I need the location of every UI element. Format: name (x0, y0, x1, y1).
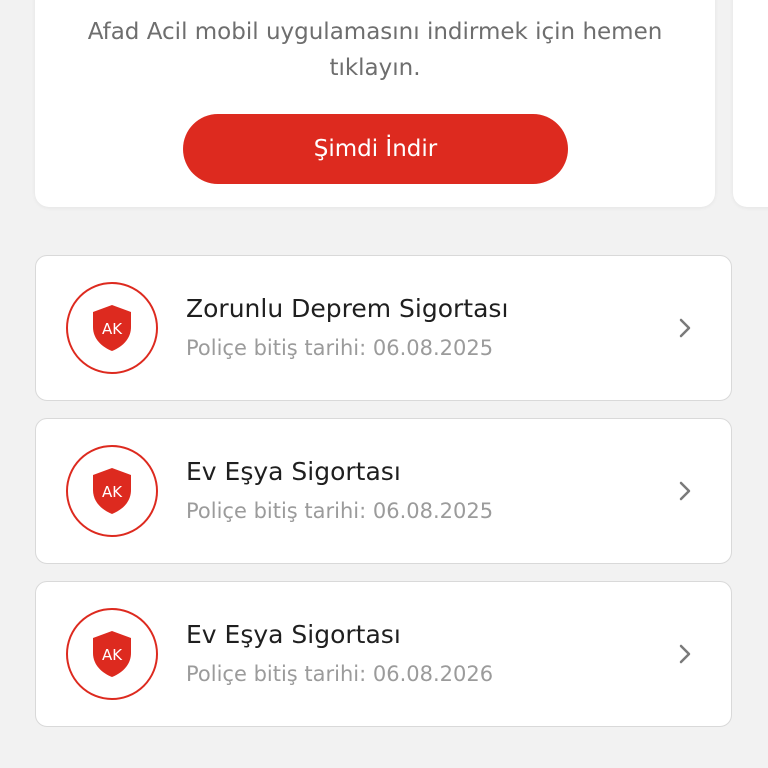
chevron-right-icon[interactable] (673, 316, 697, 340)
ak-logo-text: AK (102, 483, 123, 501)
ak-shield-icon: AK (93, 631, 131, 677)
download-now-button[interactable]: Şimdi İndir (183, 114, 568, 184)
policy-title: Ev Eşya Sigortası (186, 620, 401, 649)
ak-logo: AK (66, 282, 158, 374)
ak-logo-text: AK (102, 320, 123, 338)
afad-promo-card: Afad Acil mobil uygulamasını indirmek iç… (35, 0, 715, 207)
chevron-right-icon[interactable] (673, 479, 697, 503)
policy-expiry-date: Poliçe bitiş tarihi: 06.08.2026 (186, 662, 494, 686)
chevron-right-icon[interactable] (673, 642, 697, 666)
policy-expiry-date: Poliçe bitiş tarihi: 06.08.2025 (186, 499, 494, 523)
policy-item[interactable]: AK Ev Eşya Sigortası Poliçe bitiş tarihi… (35, 418, 732, 564)
policy-expiry-date: Poliçe bitiş tarihi: 06.08.2025 (186, 336, 494, 360)
policy-title: Zorunlu Deprem Sigortası (186, 294, 509, 323)
ak-logo-text: AK (102, 646, 123, 664)
policy-title: Ev Eşya Sigortası (186, 457, 401, 486)
policy-item[interactable]: AK Zorunlu Deprem Sigortası Poliçe bitiş… (35, 255, 732, 401)
ak-shield-icon: AK (93, 468, 131, 514)
promo-text: Afad Acil mobil uygulamasını indirmek iç… (87, 19, 663, 81)
ak-logo: AK (66, 608, 158, 700)
ak-logo: AK (66, 445, 158, 537)
next-promo-card[interactable] (733, 0, 768, 207)
ak-shield-icon: AK (93, 305, 131, 351)
policy-item[interactable]: AK Ev Eşya Sigortası Poliçe bitiş tarihi… (35, 581, 732, 727)
